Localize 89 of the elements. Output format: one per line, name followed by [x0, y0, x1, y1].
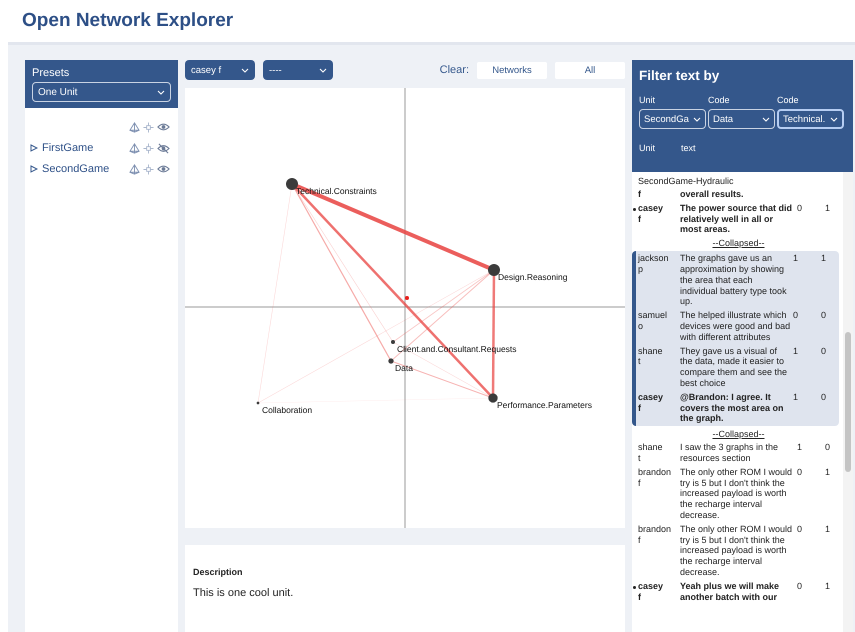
scrollbar[interactable]	[843, 172, 853, 632]
code-value: 0	[825, 442, 832, 454]
code-value: 0	[821, 346, 828, 358]
code-value: 1	[825, 202, 832, 215]
preset-select[interactable]: One Unit	[32, 82, 171, 102]
chevron-down-icon	[830, 116, 838, 122]
column-header: Unit	[639, 143, 656, 153]
user-name: f	[638, 189, 641, 200]
field-label: Code	[777, 95, 800, 105]
message-text: @Brandon: I agree. It covers the most area on the graph.	[680, 392, 785, 424]
user-name: jackson p	[638, 253, 669, 275]
code-value: 0	[821, 310, 828, 322]
eye-slash-icon[interactable]	[157, 142, 170, 154]
message-text: The only other ROM I would try is 5 but I don't think the increased payload is worth the recharge interval decrease.	[680, 524, 794, 578]
clear-button[interactable]: All	[555, 62, 625, 78]
code-value: 0	[793, 310, 800, 322]
triangle-right-icon[interactable]	[30, 165, 38, 173]
network-node[interactable]	[488, 393, 498, 403]
user-name: brandon f	[638, 524, 672, 546]
user-name: samuel o	[638, 310, 668, 332]
user-name: shane t	[638, 346, 663, 368]
code-value: 1	[825, 466, 832, 479]
code-value: 0	[797, 524, 804, 536]
field-label: Code	[708, 95, 731, 105]
chevron-down-icon	[319, 68, 327, 72]
user-name: shane t	[638, 442, 663, 464]
chevron-down-icon	[157, 90, 165, 94]
panel-title: Presets	[32, 67, 70, 79]
field-label: Unit	[639, 95, 656, 105]
message-text: The power source that did relatively well in all or most areas.	[680, 202, 794, 236]
scrollbar-thumb[interactable]	[845, 332, 851, 472]
eye-icon[interactable]	[157, 122, 170, 132]
code-value: 1	[825, 580, 832, 593]
message-text: overall results.	[680, 189, 745, 200]
chevron-down-icon	[762, 116, 770, 122]
triangle-right-icon[interactable]	[30, 144, 38, 152]
panel-title: Filter text by	[639, 68, 720, 83]
clear-label: Clear:	[440, 64, 469, 76]
filter-select[interactable]: Data	[708, 109, 775, 129]
description-title: Description	[193, 567, 244, 577]
clear-button[interactable]: Networks	[477, 62, 547, 78]
user-name: brandon f	[638, 466, 672, 488]
collapse-link[interactable]: --Collapsed--	[712, 429, 764, 440]
group-heading: SecondGame-Hydraulic	[638, 176, 735, 186]
filter-select[interactable]: SecondGa	[639, 109, 706, 129]
code-value: 0	[821, 392, 828, 404]
description-text: This is one cool unit.	[193, 587, 294, 599]
code-value: 1	[793, 346, 800, 358]
code-value: 1	[797, 442, 804, 454]
node-label: Collaboration	[262, 405, 312, 415]
node-label: Design.Reasoning	[498, 272, 568, 282]
filter-select[interactable]: Technical.	[777, 109, 844, 129]
tetrahedron-icon[interactable]	[129, 142, 140, 154]
message-text: Yeah plus we will make another batch with our	[680, 580, 780, 602]
code-value: 1	[821, 253, 828, 266]
chevron-down-icon	[241, 68, 249, 72]
collapse-link[interactable]: --Collapsed--	[712, 238, 764, 248]
network-node[interactable]	[488, 264, 500, 276]
network-node[interactable]	[388, 358, 394, 364]
code-value: 0	[797, 202, 804, 215]
eye-icon[interactable]	[157, 164, 170, 174]
message-text: The only other ROM I would try is 5 but I don't think the increased payload is worth the recharge interval decrease.	[680, 466, 794, 521]
tree-item[interactable]: FirstGame	[42, 142, 129, 154]
code-value: 1	[793, 392, 800, 404]
message-text: The graphs gave us an approximation by showing the area that each individual battery type took up.	[680, 253, 788, 308]
code-value: 0	[797, 580, 804, 593]
tetrahedron-icon[interactable]	[129, 122, 140, 132]
code-value: 1	[825, 524, 832, 536]
app-title: Open Network Explorer	[22, 10, 234, 32]
tree-item[interactable]: SecondGame	[42, 163, 129, 175]
network-node[interactable]	[286, 178, 298, 190]
centroid-dot	[405, 296, 409, 300]
node-label: Performance.Parameters	[497, 400, 592, 410]
message-text: The helped illustrate which devices were good and bad with different attributes	[680, 310, 791, 343]
code-value: 0	[797, 466, 804, 479]
message-text: I saw the 3 graphs in the resources section	[680, 442, 780, 464]
tetrahedron-icon[interactable]	[129, 164, 140, 174]
user-name: casey f	[638, 580, 664, 602]
node-label: Data	[395, 363, 413, 373]
user-name: casey f	[638, 392, 664, 414]
code-value: 1	[793, 253, 800, 266]
column-header: text	[681, 143, 696, 153]
user-name: casey f	[638, 202, 664, 224]
message-text: They gave us a visual of the data, made it easier to compare them and see the best choice	[680, 346, 788, 389]
filter-select[interactable]: casey f	[185, 60, 255, 80]
network-node[interactable]	[391, 340, 395, 344]
network-node[interactable]	[256, 402, 260, 404]
chevron-down-icon	[693, 116, 701, 122]
filter-select[interactable]: ----	[263, 60, 333, 80]
